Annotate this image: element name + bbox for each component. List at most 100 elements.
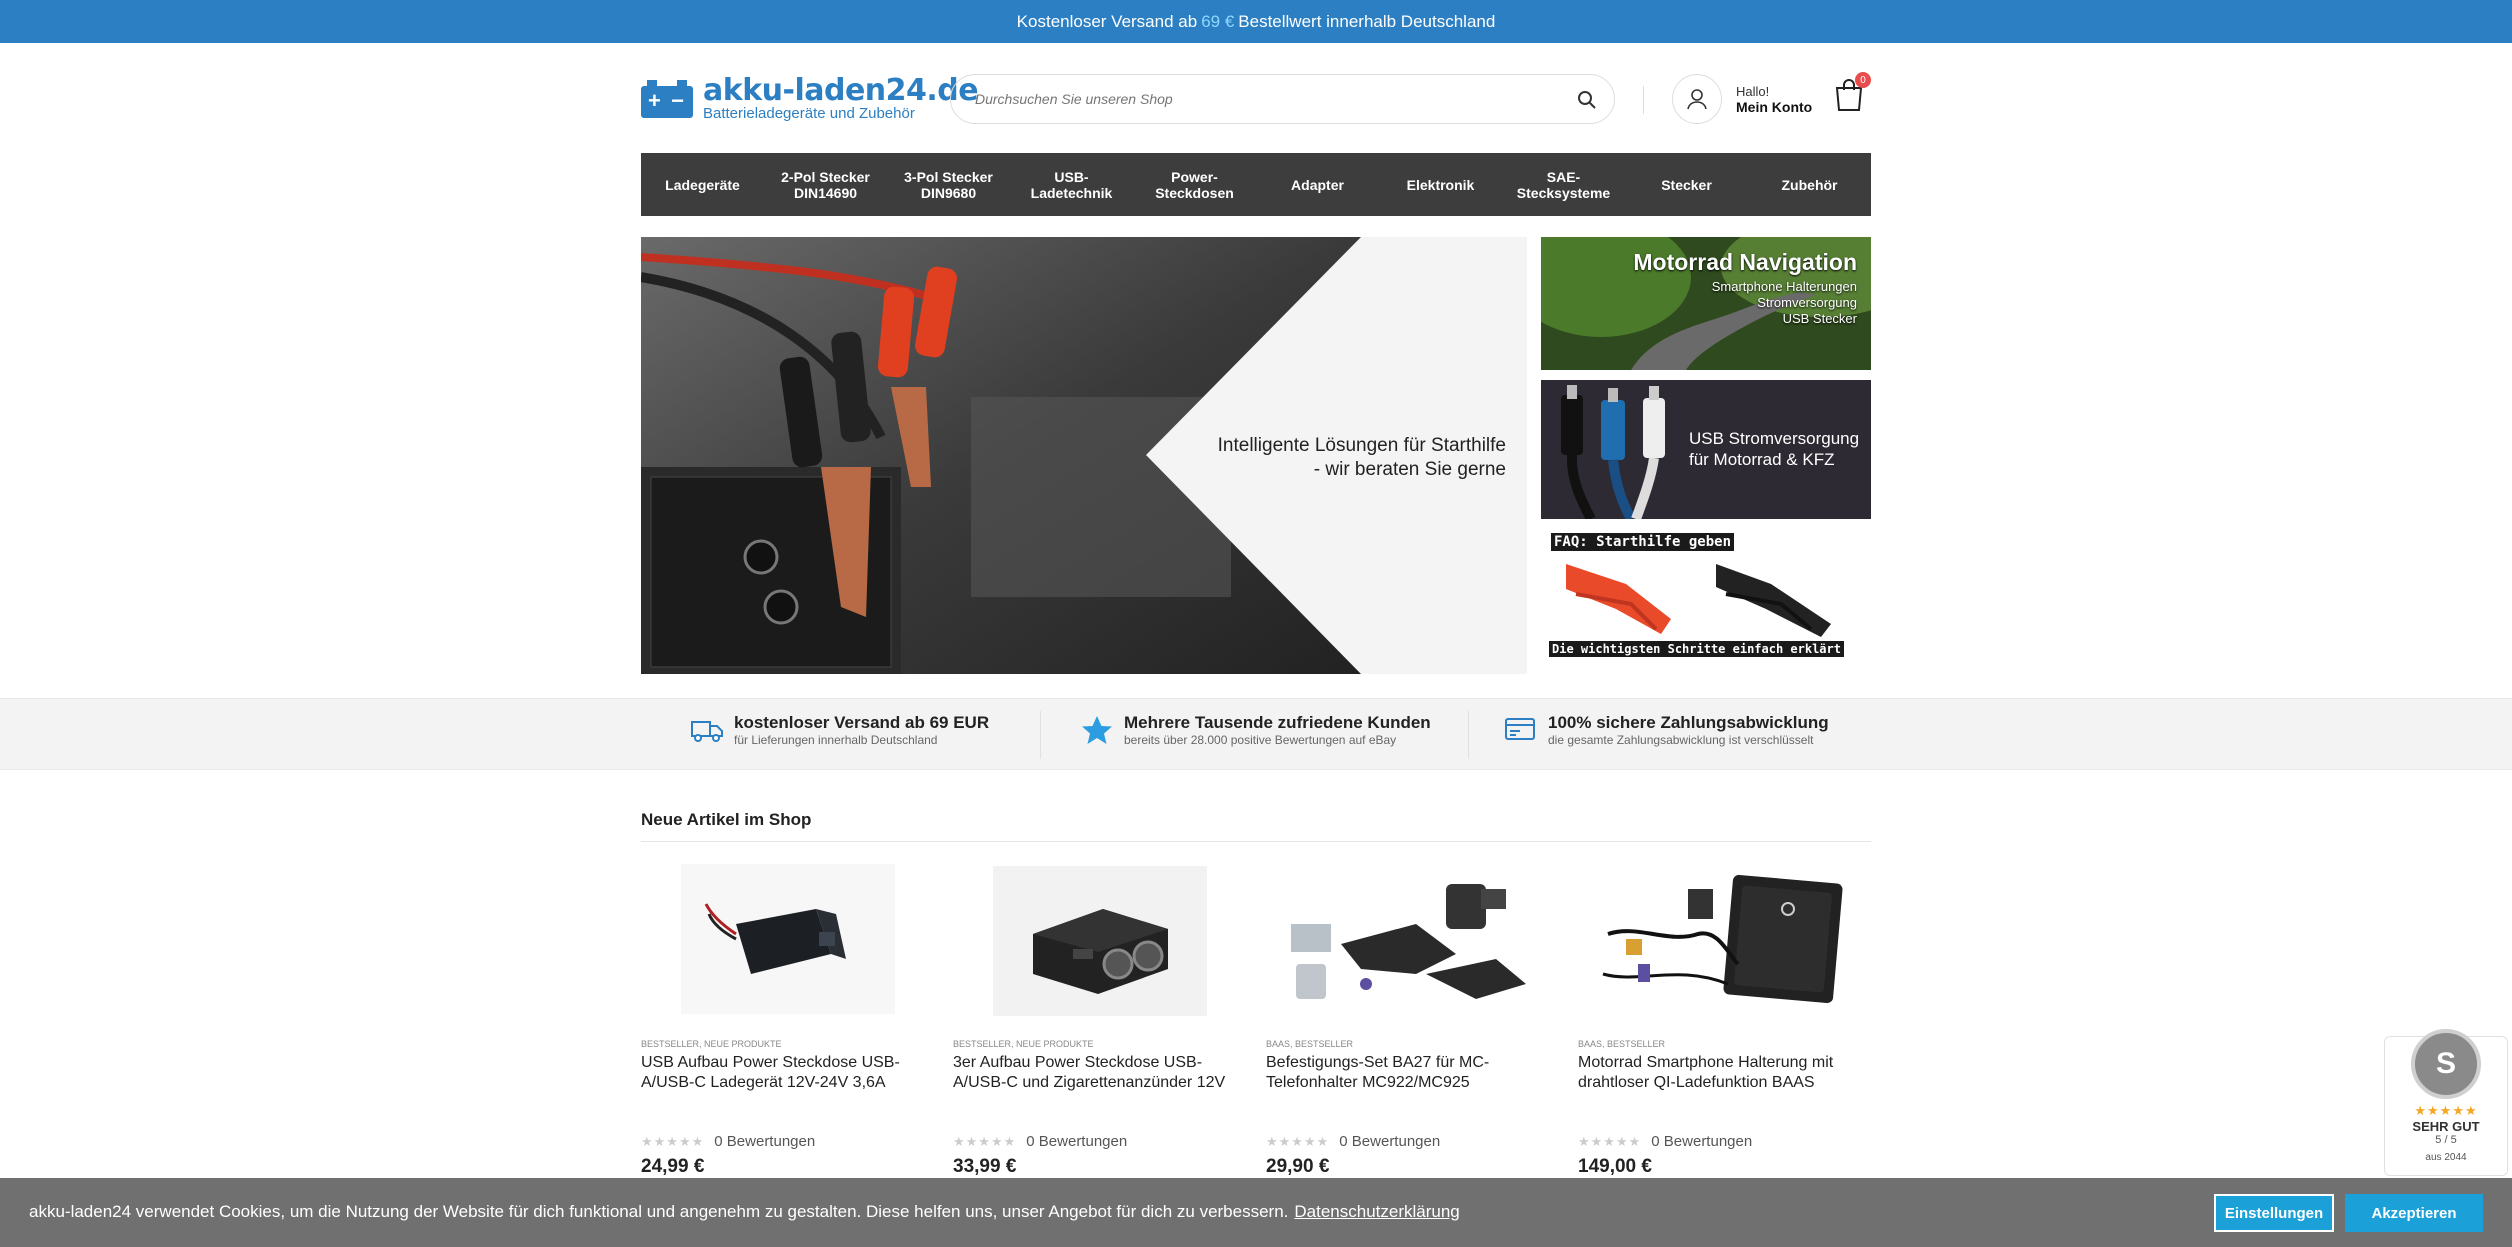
feature-payment: 100% sichere Zahlungsabwicklung die gesa…	[1504, 713, 1829, 747]
main-navigation: Ladegeräte 2-Pol Stecker DIN14690 3-Pol …	[641, 153, 1871, 216]
banner-motorrad-navigation[interactable]: Motorrad Navigation Smartphone Halterung…	[1541, 237, 1871, 370]
search-box	[950, 74, 1615, 124]
hero-caption-line2: - wir beraten Sie gerne	[1313, 459, 1506, 480]
banner-usb-stromversorgung[interactable]: USB Stromversorgung für Motorrad & KFZ	[1541, 380, 1871, 519]
banner-nav-sub1: Smartphone Halterungen	[1711, 279, 1857, 294]
usb-socket-image	[681, 864, 895, 1014]
feature-payment-sub: die gesamte Zahlungsabwicklung ist versc…	[1548, 733, 1814, 747]
feature-shipping-title: kostenloser Versand ab 69 EUR	[734, 713, 990, 732]
cookie-banner: akku-laden24 verwendet Cookies, um die N…	[0, 1178, 2512, 1247]
feature-divider	[1468, 711, 1469, 759]
product-rating: ★★★★★ 0 Bewertungen	[953, 1133, 1243, 1150]
truck-icon	[691, 721, 723, 742]
hero-banner[interactable]: Intelligente Lösungen für Starthilfe - w…	[641, 237, 1527, 674]
hero-caption-line1: Intelligente Lösungen für Starthilfe	[1217, 435, 1506, 456]
product-categories[interactable]: BAAS, BESTSELLER	[1266, 1039, 1556, 1049]
product-title[interactable]: Befestigungs-Set BA27 für MC-Telefonhalt…	[1266, 1053, 1556, 1133]
account-link[interactable]: Hallo! Mein Konto	[1672, 74, 1812, 124]
feature-shipping-sub: für Lieferungen innerhalb Deutschland	[734, 733, 938, 747]
product-card[interactable]: BAAS, BESTSELLER Motorrad Smartphone Hal…	[1578, 864, 1868, 1178]
nav-item-zubehoer[interactable]: Zubehör	[1748, 153, 1871, 216]
product-card[interactable]: BAAS, BESTSELLER Befestigungs-Set BA27 f…	[1266, 864, 1556, 1178]
banner-usb-line1: USB Stromversorgung	[1689, 429, 1860, 448]
nav-item-stecker[interactable]: Stecker	[1625, 153, 1748, 216]
product-image[interactable]	[1578, 864, 1868, 1019]
hero-caption: Intelligente Lösungen für Starthilfe - w…	[1196, 434, 1506, 482]
product-categories[interactable]: BESTSELLER, NEUE PRODUKTE	[953, 1039, 1243, 1049]
trust-count: aus 2044	[2425, 1152, 2467, 1163]
star-icon	[1082, 716, 1112, 744]
banner-usb-text: USB Stromversorgung für Motorrad & KFZ	[1689, 428, 1859, 470]
logo-name: akku-laden24.de	[703, 73, 979, 108]
logo-tagline: Batterieladegeräte und Zubehör	[703, 105, 915, 122]
product-title[interactable]: USB Aufbau Power Steckdose USB-A/USB-C L…	[641, 1053, 931, 1133]
product-title[interactable]: Motorrad Smartphone Halterung mit drahtl…	[1578, 1053, 1868, 1133]
product-title[interactable]: 3er Aufbau Power Steckdose USB-A/USB-C u…	[953, 1053, 1243, 1133]
product-price: 33,99 €	[953, 1156, 1017, 1177]
rating-count: 0 Bewertungen	[1339, 1133, 1441, 1150]
cart-count-badge: 0	[1855, 72, 1871, 88]
product-image[interactable]	[953, 864, 1243, 1019]
shipping-announcement-bar: Kostenloser Versand ab 69 € Bestellwert …	[0, 0, 2512, 43]
shopvote-trust-badge[interactable]: S ★★★★★ SEHR GUT 5 / 5 aus 2044	[2384, 1029, 2508, 1176]
cookie-text: akku-laden24 verwendet Cookies, um die N…	[29, 1202, 1460, 1222]
product-categories[interactable]: BESTSELLER, NEUE PRODUKTE	[641, 1039, 931, 1049]
account-label: Mein Konto	[1736, 98, 1813, 115]
nav-item-adapter[interactable]: Adapter	[1256, 153, 1379, 216]
account-greeting: Hallo!	[1736, 83, 1770, 99]
phone-mount-image	[1602, 874, 1843, 1004]
banner-nav-sub2: Stromversorgung	[1757, 295, 1857, 310]
announcement-post: Bestellwert innerhalb Deutschland	[1238, 11, 1496, 31]
banner-nav-title: Motorrad Navigation	[1633, 249, 1857, 275]
trust-grade: SEHR GUT	[2412, 1119, 2480, 1134]
site-logo[interactable]: + − akku-laden24.de Batterieladegeräte un…	[641, 73, 979, 122]
product-rating: ★★★★★ 0 Bewertungen	[1578, 1133, 1868, 1150]
rating-count: 0 Bewertungen	[1026, 1133, 1128, 1150]
cookie-message: akku-laden24 verwendet Cookies, um die N…	[29, 1202, 1289, 1221]
feature-shipping: kostenloser Versand ab 69 EUR für Liefer…	[690, 713, 989, 747]
product-price: 29,90 €	[1266, 1156, 1330, 1177]
battery-logo-icon: + −	[641, 80, 693, 118]
nav-item-2-pol-stecker[interactable]: 2-Pol Stecker DIN14690	[764, 153, 887, 216]
search-input[interactable]	[975, 91, 1555, 107]
faq-subtitle: Die wichtigsten Schritte einfach erklärt	[1549, 641, 1844, 657]
shopvote-seal-icon: S	[2411, 1029, 2481, 1099]
feature-customers-title: Mehrere Tausende zufriedene Kunden	[1124, 713, 1431, 732]
rating-count: 0 Bewertungen	[1651, 1133, 1753, 1150]
privacy-policy-link[interactable]: Datenschutzerklärung	[1294, 1202, 1459, 1221]
cookie-accept-button[interactable]: Akzeptieren	[2345, 1194, 2483, 1232]
product-card[interactable]: BESTSELLER, NEUE PRODUKTE 3er Aufbau Pow…	[953, 864, 1243, 1178]
product-price: 149,00 €	[1578, 1156, 1652, 1177]
rating-stars-icon: ★★★★★	[641, 1133, 705, 1149]
rating-stars-icon: ★★★★★	[1266, 1133, 1330, 1149]
secure-payment-icon	[1505, 718, 1535, 740]
banner-nav-subtitle: Smartphone Halterungen Stromversorgung U…	[1712, 279, 1857, 327]
header-divider	[1643, 86, 1644, 114]
trust-stars-icon: ★★★★★	[2414, 1103, 2478, 1118]
announcement-pre: Kostenloser Versand ab	[1016, 11, 1198, 31]
site-header: + − akku-laden24.de Batterieladegeräte un…	[641, 68, 1871, 128]
product-image[interactable]	[641, 864, 931, 1019]
nav-item-3-pol-stecker[interactable]: 3-Pol Stecker DIN9680	[887, 153, 1010, 216]
product-categories[interactable]: BAAS, BESTSELLER	[1578, 1039, 1868, 1049]
product-image[interactable]	[1266, 864, 1556, 1019]
nav-item-sae-stecksysteme[interactable]: SAE-Stecksysteme	[1502, 153, 1625, 216]
feature-bar: kostenloser Versand ab 69 EUR für Liefer…	[0, 698, 2512, 770]
nav-item-elektronik[interactable]: Elektronik	[1379, 153, 1502, 216]
rating-stars-icon: ★★★★★	[953, 1133, 1017, 1149]
nav-item-power-steckdosen[interactable]: Power-Steckdosen	[1133, 153, 1256, 216]
banner-faq-starthilfe[interactable]: FAQ: Starthilfe geben Die wichtigsten Sc…	[1541, 529, 1871, 674]
cart-button[interactable]: 0	[1833, 72, 1871, 114]
section-title: Neue Artikel im Shop	[641, 810, 812, 829]
section-divider	[641, 841, 1871, 842]
product-price: 24,99 €	[641, 1156, 705, 1177]
feature-divider	[1040, 711, 1041, 759]
banner-nav-sub3: USB Stecker	[1782, 311, 1857, 326]
rating-count: 0 Bewertungen	[714, 1133, 816, 1150]
nav-item-ladegeraete[interactable]: Ladegeräte	[641, 153, 764, 216]
search-icon[interactable]	[1576, 89, 1598, 111]
nav-item-usb-ladetechnik[interactable]: USB-Ladetechnik	[1010, 153, 1133, 216]
trust-score: 5 / 5	[2435, 1134, 2457, 1146]
product-card[interactable]: BESTSELLER, NEUE PRODUKTE USB Aufbau Pow…	[641, 864, 931, 1178]
cookie-settings-button[interactable]: Einstellungen	[2214, 1194, 2334, 1232]
